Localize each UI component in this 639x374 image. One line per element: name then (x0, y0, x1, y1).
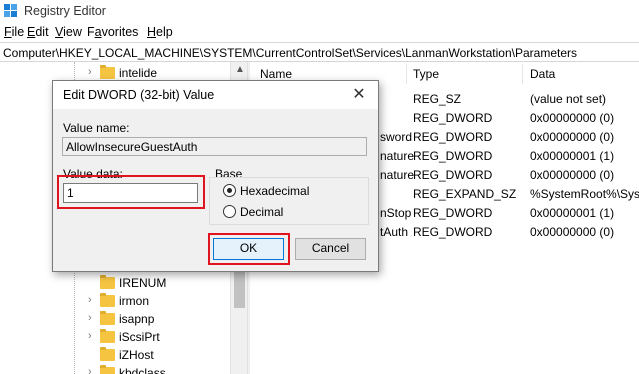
tree-item-label: isapnp (119, 312, 155, 326)
value-type: REG_DWORD (413, 225, 493, 239)
folder-icon (100, 65, 115, 79)
value-name-label: Value name: (63, 121, 130, 135)
chevron-right-icon[interactable]: › (88, 312, 92, 324)
menu-file[interactable]: File (4, 25, 24, 39)
menu-edit-rest: dit (35, 25, 49, 39)
tree-item-label: IRENUM (119, 276, 167, 290)
radio-hexadecimal-label[interactable]: Hexadecimal (240, 184, 309, 198)
close-icon[interactable]: ✕ (349, 85, 369, 105)
column-header-data[interactable]: Data (530, 67, 555, 81)
menu-favorites-rest: vorites (101, 25, 139, 39)
menu-favorites-f: F (87, 25, 95, 39)
value-type: REG_DWORD (413, 130, 493, 144)
scroll-up-icon[interactable]: ▲ (235, 64, 245, 75)
chevron-right-icon[interactable]: › (88, 366, 92, 374)
menu-favorites[interactable]: Favorites (87, 25, 138, 39)
value-name-field: AllowInsecureGuestAuth (62, 137, 367, 156)
dialog-title-bar[interactable]: Edit DWORD (32-bit) Value ✕ (53, 81, 378, 109)
value-type: REG_DWORD (413, 168, 493, 182)
value-data-highlight (57, 175, 205, 209)
column-header-type[interactable]: Type (413, 67, 439, 81)
chevron-right-icon[interactable]: › (88, 330, 92, 342)
cancel-button[interactable]: Cancel (295, 238, 366, 260)
folder-icon (100, 365, 115, 374)
menu-file-rest: ile (11, 25, 25, 39)
value-type: REG_EXPAND_SZ (413, 187, 517, 201)
value-name[interactable]: tAuth (380, 225, 408, 239)
radio-decimal[interactable] (223, 205, 236, 218)
column-divider[interactable] (522, 64, 523, 84)
dialog-title: Edit DWORD (32-bit) Value (63, 88, 215, 102)
tree-item-irmon[interactable]: › irmon (0, 292, 232, 310)
tree-item-label: intelide (119, 66, 158, 80)
value-data: 0x00000000 (0) (530, 130, 615, 144)
tree-item-label: irmon (119, 294, 150, 308)
radio-decimal-label[interactable]: Decimal (240, 205, 283, 219)
column-header-name[interactable]: Name (260, 67, 292, 81)
tree-item-izhost[interactable]: iZHost (0, 346, 232, 364)
menu-bar: File Edit View Favorites Help (0, 22, 639, 42)
column-divider[interactable] (406, 64, 407, 84)
value-name[interactable]: nStop (380, 206, 411, 220)
value-data: (value not set) (530, 92, 607, 106)
value-name[interactable]: sword (380, 130, 412, 144)
tree-item-label: iZHost (119, 348, 154, 362)
menu-view-accel: V (55, 25, 64, 39)
value-type: REG_DWORD (413, 111, 493, 125)
chevron-right-icon[interactable]: › (88, 66, 92, 78)
value-data: %SystemRoot%\Syste (530, 187, 639, 201)
menu-help-rest: elp (156, 25, 173, 39)
tree-item-kbdclass[interactable]: › kbdclass (0, 364, 232, 374)
tree-item-isapnp[interactable]: › isapnp (0, 310, 232, 328)
menu-file-accel: F (4, 25, 12, 39)
folder-icon (100, 347, 115, 361)
tree-item-iscsiprt[interactable]: › iScsiPrt (0, 328, 232, 346)
menu-view[interactable]: View (55, 25, 82, 39)
value-data: 0x00000000 (0) (530, 111, 615, 125)
address-path[interactable]: Computer\HKEY_LOCAL_MACHINE\SYSTEM\Curre… (3, 46, 577, 60)
value-name[interactable]: nature (380, 168, 414, 182)
folder-icon (100, 293, 115, 307)
menu-view-rest: iew (63, 25, 82, 39)
title-bar: Registry Editor (0, 0, 639, 22)
folder-icon (100, 329, 115, 343)
tree-item-label: kbdclass (119, 366, 166, 374)
registry-editor-icon (4, 4, 18, 18)
value-type: REG_DWORD (413, 206, 493, 220)
scrollbar-thumb[interactable] (234, 272, 245, 308)
chevron-right-icon[interactable]: › (88, 294, 92, 306)
ok-button-highlight (208, 233, 290, 265)
value-type: REG_SZ (413, 92, 462, 106)
value-type: REG_DWORD (413, 149, 493, 163)
menu-help[interactable]: Help (147, 25, 173, 39)
window-title: Registry Editor (24, 4, 106, 18)
menu-edit[interactable]: Edit (27, 25, 49, 39)
value-data: 0x00000000 (0) (530, 168, 615, 182)
edit-dword-dialog: Edit DWORD (32-bit) Value ✕ Value name: … (52, 80, 379, 272)
menu-help-accel: H (147, 25, 157, 39)
folder-icon (100, 275, 115, 289)
radio-hexadecimal[interactable] (223, 184, 236, 197)
value-data: 0x00000000 (0) (530, 225, 615, 239)
folder-icon (100, 311, 115, 325)
tree-item-label: iScsiPrt (119, 330, 160, 344)
value-name[interactable]: nature (380, 149, 414, 163)
value-data: 0x00000001 (1) (530, 149, 615, 163)
value-data: 0x00000001 (1) (530, 206, 615, 220)
menu-favorites-accel: a (94, 25, 102, 39)
tree-item-irenum[interactable]: IRENUM (0, 274, 232, 292)
address-bar[interactable]: Computer\HKEY_LOCAL_MACHINE\SYSTEM\Curre… (0, 42, 639, 62)
